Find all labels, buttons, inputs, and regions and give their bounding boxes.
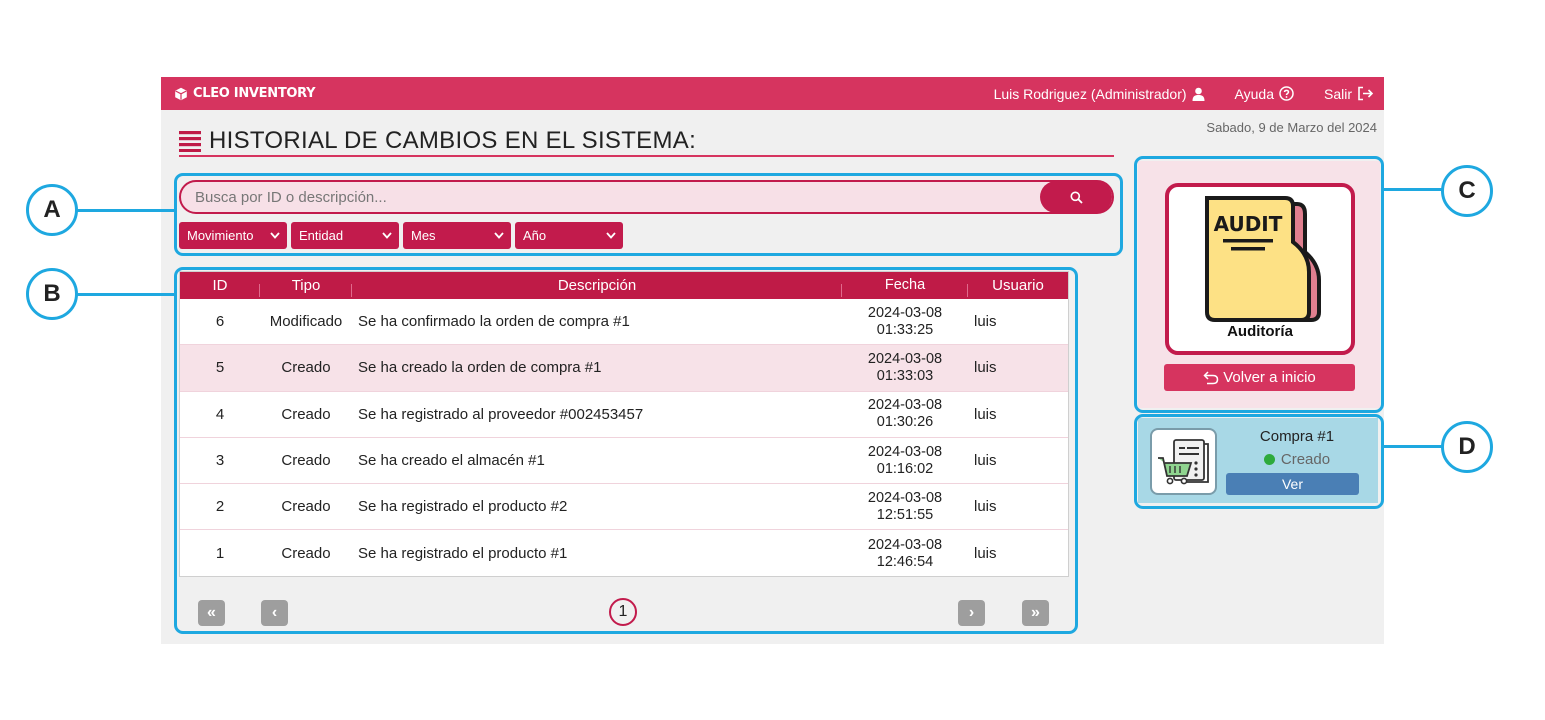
annotation-line-c — [1384, 188, 1442, 191]
annotation-line-d — [1384, 445, 1442, 448]
logout-link[interactable]: Salir — [1324, 86, 1374, 102]
annotation-box-c — [1134, 156, 1384, 413]
annotation-line-b — [76, 293, 174, 296]
top-nav: Luis Rodriguez (Administrador) Ayuda Sal… — [994, 86, 1374, 102]
annotation-box-d — [1134, 414, 1384, 509]
cube-icon — [175, 87, 187, 100]
page-title: HISTORIAL DE CAMBIOS EN EL SISTEMA: — [179, 127, 1114, 157]
list-icon — [179, 131, 201, 152]
brand-logo[interactable]: CLEO INVENTORY — [174, 86, 316, 101]
help-link[interactable]: Ayuda — [1235, 86, 1294, 102]
help-label: Ayuda — [1234, 85, 1274, 102]
annotation-label-a: A — [26, 184, 78, 236]
annotation-label-d: D — [1441, 421, 1493, 473]
question-circle-icon — [1279, 86, 1294, 101]
page-title-text: HISTORIAL DE CAMBIOS EN EL SISTEMA: — [209, 127, 697, 154]
top-navbar: CLEO INVENTORY Luis Rodriguez (Administr… — [161, 77, 1384, 110]
user-icon — [1192, 87, 1205, 101]
annotation-label-c: C — [1441, 165, 1493, 217]
logout-icon — [1358, 86, 1374, 101]
user-menu[interactable]: Luis Rodriguez (Administrador) — [994, 86, 1205, 102]
stage: CLEO INVENTORY Luis Rodriguez (Administr… — [0, 0, 1545, 720]
annotation-label-b: B — [26, 268, 78, 320]
current-date: Sabado, 9 de Marzo del 2024 — [1206, 120, 1377, 135]
annotation-box-b — [174, 267, 1078, 634]
annotation-line-a — [76, 209, 174, 212]
brand-name: CLEO INVENTORY — [193, 86, 316, 101]
annotation-box-a — [174, 173, 1123, 256]
user-name: Luis Rodriguez (Administrador) — [993, 85, 1187, 102]
logout-label: Salir — [1323, 85, 1352, 102]
